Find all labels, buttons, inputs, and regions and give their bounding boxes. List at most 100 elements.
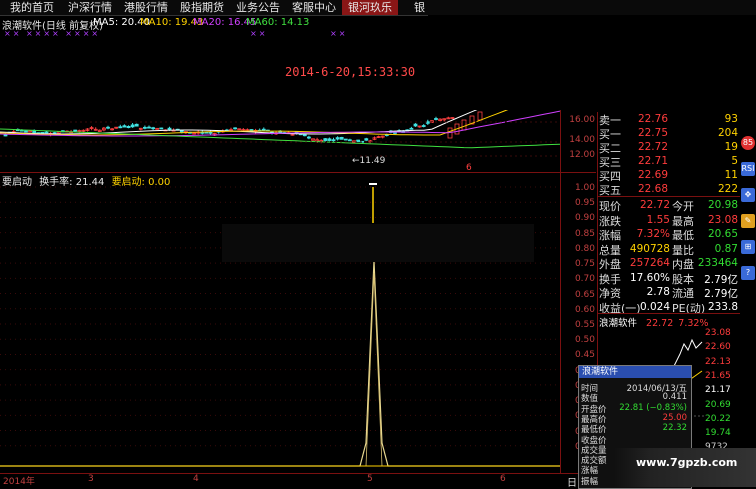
candle-body (151, 127, 156, 130)
candle-body (118, 126, 123, 129)
panel-separator (598, 196, 740, 197)
date-year: 2014年 (3, 477, 35, 487)
intraday-tick: 20.22 (705, 413, 731, 424)
indicator-tick: 0.45 (574, 350, 595, 361)
orderbook-volume: 5 (731, 155, 738, 167)
candle-body (24, 130, 28, 133)
candle-body (339, 136, 344, 140)
indicator-tick: 0.75 (574, 259, 595, 270)
price-axis: 16.00 14.00 12.00 (560, 110, 597, 172)
candle-body (477, 111, 483, 121)
indicator-tick: 0.50 (574, 335, 595, 346)
indicator-tick: 0.80 (574, 243, 595, 254)
quote-value: 0.87 (714, 242, 738, 255)
rsi-icon[interactable]: RSI (741, 162, 755, 176)
cursor-marker (369, 183, 377, 185)
quote-value: 233464 (697, 257, 738, 269)
date-axis: 2014年 3 4 5 6 日 (0, 473, 596, 489)
orderbook-row: 买三 22.71 5 (598, 154, 740, 169)
turnover-line (0, 260, 560, 467)
orderbook-price: 22.69 (637, 169, 668, 181)
side-toolbar: 85 RSI ✥ ✎ ⊞? (740, 112, 756, 487)
candle-body (306, 136, 311, 139)
help-icon[interactable]: ? (741, 266, 755, 280)
tooltip-value: 22.32 (662, 423, 687, 434)
date-m5: 5 (367, 474, 373, 484)
orderbook-price: 22.68 (637, 183, 668, 195)
candle-body (409, 127, 414, 130)
top-menu-bar: 我的首页 沪深行情 港股行情 股指期货 业务公告 客服中心 银河玖乐 银 (0, 0, 756, 16)
signal-marks-left: ×× ×××× ×××× (4, 29, 101, 38)
badge-85-icon[interactable]: 85 (741, 136, 755, 150)
menu-futures[interactable]: 股指期货 (174, 0, 230, 15)
signal-marks-mid: ×× (250, 29, 268, 38)
quote-value: 22.72 (639, 199, 670, 211)
intraday-tick: 21.65 (705, 370, 731, 381)
indicator-tick: 0.55 (574, 320, 595, 330)
menu-home[interactable]: 我的首页 (4, 0, 60, 15)
occluder-middle (222, 224, 534, 262)
orderbook-row: 买二 22.72 19 (598, 140, 740, 155)
quote-value: 20.65 (707, 228, 738, 240)
orderbook-row: 买四 22.69 11 (598, 168, 740, 183)
ma60-label: MA60: 14.13 (246, 17, 310, 28)
intraday-tick: 22.60 (705, 342, 731, 353)
candle-body (130, 124, 135, 128)
candle-body (147, 126, 151, 129)
occluder-top (428, 15, 756, 112)
quote-value: 0.024 (639, 300, 670, 313)
grid-icon[interactable]: ⊞ (741, 240, 755, 254)
orderbook-price: 22.71 (637, 155, 668, 167)
price-tick: 12.00 (569, 150, 595, 160)
quote-value: 7.32% (636, 228, 670, 240)
tooltip-value: 25.00 (662, 412, 687, 423)
menu-notice[interactable]: 业务公告 (230, 0, 286, 15)
pen-icon[interactable]: ✎ (741, 214, 755, 228)
quote-row: 净资 2.78 流通 2.79亿 (598, 285, 740, 300)
orderbook-price: 22.76 (637, 113, 668, 125)
quote-value: 17.60% (629, 271, 670, 284)
candle-body (434, 118, 438, 120)
candle-body (44, 131, 49, 134)
orderbook-volume: 11 (724, 169, 738, 181)
orderbook-row: 卖一 22.76 93 (598, 112, 740, 127)
candle-body (134, 123, 139, 127)
quote-value: 20.98 (707, 199, 738, 211)
date-m3: 3 (88, 474, 94, 484)
tooltip-label: 振幅 (581, 476, 599, 487)
menu-service[interactable]: 客服中心 (286, 0, 342, 15)
candle-body (122, 125, 127, 128)
menu-yinhe[interactable]: 银河玖乐 (342, 0, 398, 15)
quote-row: 涨跌 1.55 最高 23.08 (598, 213, 740, 228)
menu-more[interactable]: 银 (408, 0, 431, 15)
indicator-tick: 0.85 (574, 228, 595, 239)
candle-body (356, 139, 361, 143)
date-m4: 4 (193, 474, 199, 484)
indicator-tick: 1.00 (574, 183, 595, 193)
quote-row: 换手 17.60% 股本 2.79亿 (598, 271, 740, 286)
price-tick: 16.00 (569, 115, 595, 125)
candle-body (3, 134, 8, 137)
candle-body (73, 129, 78, 132)
turnover-line-inner (365, 272, 383, 467)
candle-body (159, 127, 164, 130)
intraday-tick: 21.17 (705, 385, 731, 396)
intraday-tick: 22.13 (705, 356, 731, 367)
move-icon[interactable]: ✥ (741, 188, 755, 202)
quote-value: 1.55 (646, 213, 670, 226)
indicator-tick: 0.95 (574, 198, 595, 209)
indicator-tick: 0.65 (574, 289, 595, 300)
indicator-tick: 0.90 (574, 213, 595, 224)
kline-chart (0, 110, 560, 157)
menu-hk[interactable]: 港股行情 (118, 0, 174, 15)
menu-shsz[interactable]: 沪深行情 (62, 0, 118, 15)
watermark-text: www.7gpzb.com (636, 456, 738, 469)
candle-body (32, 130, 37, 134)
candle-body (364, 138, 369, 141)
timestamp-overlay: 2014-6-20,15:33:30 (285, 65, 416, 79)
candle-body (343, 138, 348, 141)
orderbook-volume: 93 (724, 113, 738, 125)
orderbook-row: 买一 22.75 204 (598, 126, 740, 141)
candle-body (335, 137, 340, 140)
candle-body (142, 126, 147, 129)
